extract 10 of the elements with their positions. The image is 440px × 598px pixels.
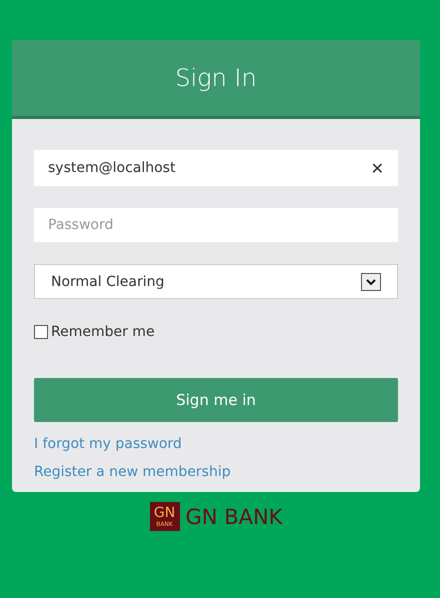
remember-checkbox[interactable] — [34, 325, 48, 339]
email-field[interactable]: system@localhost ✕ — [34, 150, 398, 186]
brand-name: GN BANK — [186, 504, 282, 528]
sign-in-button[interactable]: Sign me in — [34, 378, 398, 422]
caret-icon[interactable] — [361, 272, 381, 290]
remember-label: Remember me — [51, 324, 155, 340]
clearing-dropdown[interactable]: Normal Clearing — [34, 264, 398, 299]
sign-in-title: Sign In — [175, 64, 257, 92]
password-field[interactable]: Password — [34, 208, 398, 242]
close-icon[interactable]: ✕ — [370, 158, 384, 178]
